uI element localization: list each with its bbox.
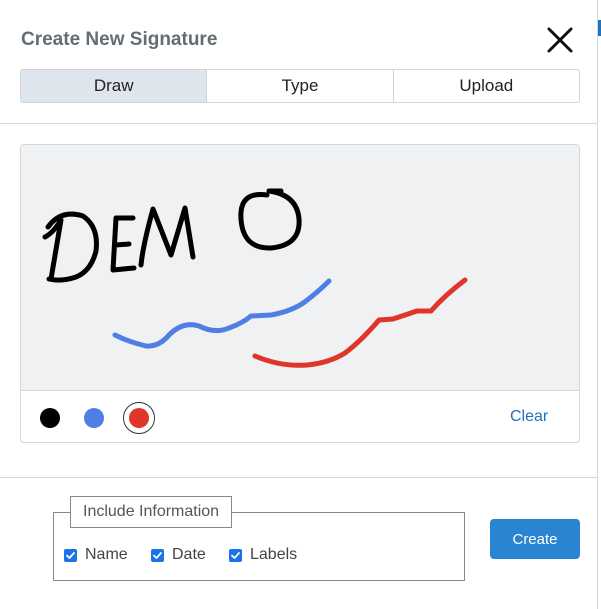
signature-stroke-blue	[112, 278, 332, 349]
signature-mode-tabs: Draw Type Upload	[20, 69, 580, 103]
color-swatch-red-selected[interactable]	[123, 402, 155, 434]
name-checkbox[interactable]	[64, 548, 77, 562]
tab-type[interactable]: Type	[207, 70, 394, 102]
color-swatch-red	[129, 408, 149, 428]
footer-divider	[0, 477, 598, 478]
include-date-option[interactable]: Date	[151, 546, 206, 564]
signature-stroke-red	[252, 277, 468, 368]
include-information-legend: Include Information	[70, 496, 233, 528]
date-checkbox[interactable]	[151, 548, 164, 562]
include-labels-option[interactable]: Labels	[229, 546, 297, 564]
include-name-option[interactable]: Name	[64, 546, 128, 564]
dialog-title: Create New Signature	[21, 29, 218, 50]
signature-dialog: Create New Signature Draw Type Upload Cl…	[0, 0, 598, 609]
drawing-canvas[interactable]	[21, 145, 579, 391]
signature-stroke-black	[42, 188, 302, 283]
checkmark-icon	[66, 551, 75, 559]
signature-strokes	[42, 188, 468, 368]
close-icon	[547, 27, 573, 53]
checkmark-icon	[153, 551, 162, 559]
tab-draw[interactable]: Draw	[21, 70, 208, 102]
tab-upload[interactable]: Upload	[394, 70, 579, 102]
name-option-label: Name	[85, 546, 128, 563]
labels-checkbox[interactable]	[229, 548, 242, 562]
labels-option-label: Labels	[250, 546, 298, 563]
clear-button[interactable]: Clear	[510, 408, 548, 426]
signature-pad: Clear	[20, 144, 580, 443]
color-swatch-blue[interactable]	[84, 408, 104, 428]
color-swatch-black[interactable]	[40, 408, 60, 428]
checkmark-icon	[231, 551, 240, 559]
create-button[interactable]: Create	[490, 519, 580, 559]
header-divider	[0, 123, 598, 124]
close-button[interactable]	[544, 24, 576, 56]
date-option-label: Date	[172, 546, 206, 563]
